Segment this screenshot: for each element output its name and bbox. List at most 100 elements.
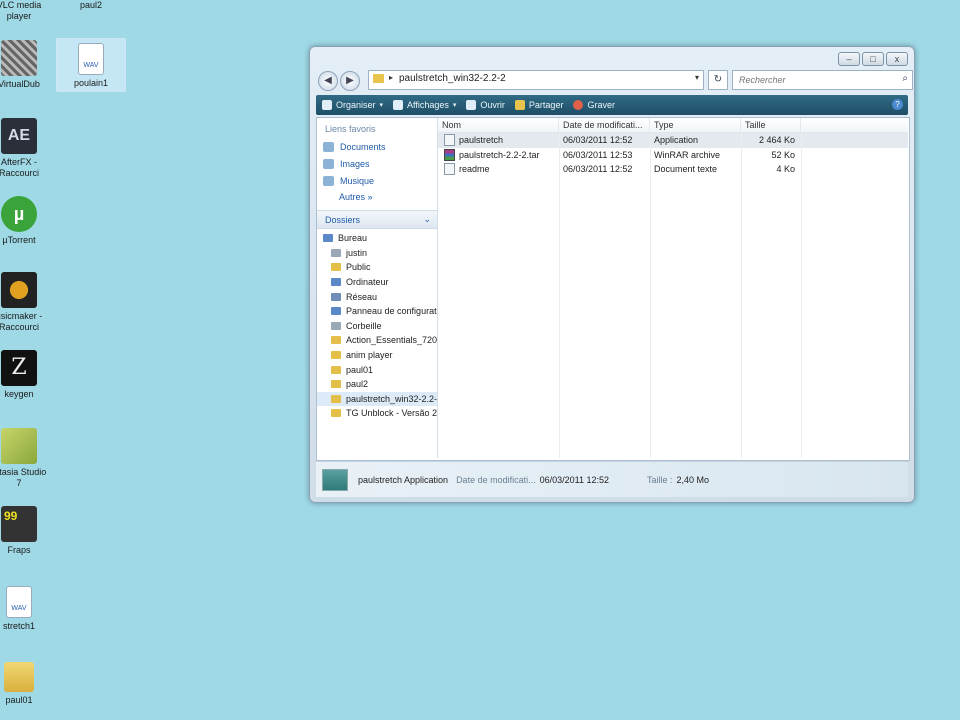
back-button[interactable]: ◀ bbox=[318, 71, 338, 91]
file-row[interactable]: paulstretch-2.2-2.tar 06/03/2011 12:53 W… bbox=[438, 148, 908, 163]
tree-item-anim-player[interactable]: anim player bbox=[317, 348, 437, 363]
ouvrir-label: Ouvrir bbox=[480, 100, 505, 110]
graver-button[interactable]: Graver bbox=[573, 100, 615, 110]
favorite-link-documents[interactable]: Documents bbox=[317, 138, 437, 155]
desktop-icon-camtasia[interactable]: mtasia Studio 7 bbox=[0, 428, 58, 489]
desktop-icon-label: VirtualDub bbox=[0, 79, 40, 89]
application-icon bbox=[444, 134, 455, 147]
help-icon[interactable]: ? bbox=[892, 99, 903, 110]
folder-tree: Bureau justin Public Ordinateur Réseau P… bbox=[317, 229, 437, 421]
winrar-archive-icon bbox=[444, 148, 455, 161]
tree-item-paul01[interactable]: paul01 bbox=[317, 362, 437, 377]
chevron-down-icon[interactable]: ▾ bbox=[695, 73, 699, 82]
desktop-icon-label: Fraps bbox=[7, 545, 31, 555]
search-icon[interactable]: ⌕ bbox=[902, 73, 908, 84]
wav-file-icon: WAV bbox=[6, 586, 32, 618]
folder-icon bbox=[331, 365, 341, 374]
tree-item-bureau[interactable]: Bureau bbox=[317, 231, 437, 246]
favorites-more-link[interactable]: Autres » bbox=[317, 189, 437, 202]
organiser-button[interactable]: Organiser ▾ bbox=[322, 100, 383, 110]
desktop-icon-label: poulain1 bbox=[73, 78, 109, 88]
tree-item-justin[interactable]: justin bbox=[317, 246, 437, 261]
tree-item-action-essentials[interactable]: Action_Essentials_720 bbox=[317, 333, 437, 348]
desktop-icon bbox=[323, 234, 333, 243]
desktop-icon-fraps[interactable]: 99 Fraps bbox=[0, 506, 58, 556]
tree-item-label: Bureau bbox=[338, 233, 368, 244]
favorite-label: Images bbox=[340, 158, 370, 169]
column-header-type[interactable]: Type bbox=[650, 118, 741, 132]
graver-label: Graver bbox=[587, 100, 615, 110]
desktop-icon-label: mtasia Studio 7 bbox=[0, 467, 47, 488]
address-row: ◀ ▶ ▸ paulstretch_win32-2.2-2 ▾ ↻ ⌕ bbox=[316, 69, 913, 91]
desktop-icon-utorrent[interactable]: µ µTorrent bbox=[0, 196, 58, 246]
desktop-icon-stretch1[interactable]: WAV stretch1 bbox=[0, 586, 58, 632]
file-row[interactable]: readme 06/03/2011 12:52 Document texte 4… bbox=[438, 162, 908, 177]
user-icon bbox=[331, 248, 341, 257]
details-size-label: Taille : bbox=[647, 474, 673, 485]
keygen-icon: Z bbox=[1, 350, 37, 386]
file-row[interactable]: paulstretch 06/03/2011 12:52 Application… bbox=[438, 133, 908, 148]
search-input[interactable] bbox=[737, 71, 891, 89]
ouvrir-button[interactable]: Ouvrir bbox=[466, 100, 505, 110]
tree-item-panneau[interactable]: Panneau de configuration bbox=[317, 304, 437, 319]
desktop-icon-paul2[interactable]: paul2 bbox=[52, 0, 130, 11]
virtualdub-icon bbox=[1, 40, 37, 76]
maximize-button[interactable]: □ bbox=[862, 52, 884, 66]
tree-item-label: Panneau de configuration bbox=[346, 306, 437, 317]
file-type: WinRAR archive bbox=[654, 149, 721, 160]
folder-icon bbox=[331, 380, 341, 389]
column-header-date[interactable]: Date de modificati... bbox=[559, 118, 650, 132]
file-date: 06/03/2011 12:53 bbox=[563, 149, 633, 160]
tree-item-tg-unblock[interactable]: TG Unblock - Versão 2 bbox=[317, 406, 437, 421]
network-icon bbox=[331, 292, 341, 301]
affichages-button[interactable]: Affichages ▾ bbox=[393, 100, 456, 110]
folder-icon bbox=[331, 409, 341, 418]
chevron-down-icon: ▾ bbox=[379, 102, 384, 109]
favorite-label: Musique bbox=[340, 175, 375, 186]
folder-icon bbox=[373, 74, 384, 83]
tree-item-ordinateur[interactable]: Ordinateur bbox=[317, 275, 437, 290]
tree-item-reseau[interactable]: Réseau bbox=[317, 289, 437, 304]
desktop-icon-keygen[interactable]: Z keygen bbox=[0, 350, 58, 400]
favorite-link-musique[interactable]: Musique bbox=[317, 172, 437, 189]
file-size: 2 464 Ko bbox=[758, 135, 795, 146]
desktop-icon-musicmaker[interactable]: usicmaker - Raccourci bbox=[0, 272, 58, 333]
tree-item-label: Action_Essentials_720 bbox=[346, 335, 438, 346]
chevron-right-icon[interactable]: ▸ bbox=[389, 73, 393, 82]
tree-item-public[interactable]: Public bbox=[317, 260, 437, 275]
folder-icon bbox=[331, 394, 341, 403]
documents-icon bbox=[323, 141, 334, 152]
column-header-size[interactable]: Taille bbox=[741, 118, 801, 132]
refresh-button[interactable]: ↻ bbox=[708, 70, 728, 90]
favorite-link-images[interactable]: Images bbox=[317, 155, 437, 172]
recycle-bin-icon bbox=[331, 321, 341, 330]
close-button[interactable]: x bbox=[886, 52, 908, 66]
explorer-window: – □ x ◀ ▶ ▸ paulstretch_win32-2.2-2 ▾ ↻ … bbox=[309, 46, 915, 503]
desktop-icon-vlc[interactable]: VLC media player bbox=[0, 0, 58, 22]
minimize-button[interactable]: – bbox=[838, 52, 860, 66]
desktop-icon-poulain1[interactable]: WAV poulain1 bbox=[56, 38, 126, 92]
desktop-icon-label: VLC media player bbox=[0, 0, 42, 21]
folders-title: Dossiers bbox=[325, 214, 361, 225]
desktop-icon-virtualdub[interactable]: VirtualDub bbox=[0, 40, 58, 90]
partager-button[interactable]: Partager bbox=[514, 100, 563, 110]
speaker-icon bbox=[1, 272, 37, 308]
favorites-title: Liens favoris bbox=[325, 124, 376, 134]
forward-button[interactable]: ▶ bbox=[340, 71, 360, 91]
command-bar: Organiser ▾ Affichages ▾ Ouvrir Partager… bbox=[316, 95, 908, 115]
affichages-label: Affichages bbox=[407, 100, 449, 110]
folders-header[interactable]: Dossiers ⌄ bbox=[317, 210, 437, 229]
text-document-icon bbox=[444, 163, 455, 176]
column-header-name[interactable]: Nom bbox=[438, 118, 559, 132]
tree-item-paulstretch[interactable]: paulstretch_win32-2.2-2 bbox=[317, 391, 437, 407]
column-headers: Nom Date de modificati... Type Taille bbox=[438, 118, 908, 133]
details-size-value: 2,40 Mo bbox=[676, 474, 710, 485]
desktop-icon-label: usicmaker - Raccourci bbox=[0, 311, 43, 332]
tree-item-label: Public bbox=[346, 262, 371, 273]
desktop-icon-paul01[interactable]: paul01 bbox=[0, 662, 58, 706]
tree-item-corbeille[interactable]: Corbeille bbox=[317, 319, 437, 334]
desktop-icon-afterfx[interactable]: AE AfterFX - Raccourci bbox=[0, 118, 58, 179]
file-date: 06/03/2011 12:52 bbox=[563, 164, 633, 175]
tree-item-paul2[interactable]: paul2 bbox=[317, 377, 437, 392]
address-bar[interactable]: ▸ paulstretch_win32-2.2-2 ▾ bbox=[368, 70, 704, 90]
